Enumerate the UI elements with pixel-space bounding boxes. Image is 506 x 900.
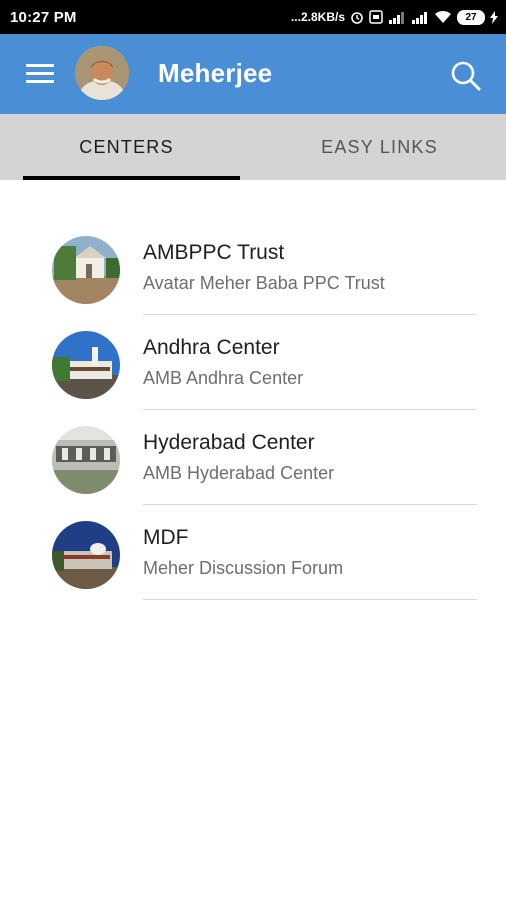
center-thumbnail — [52, 426, 120, 494]
app-title: Meherjee — [158, 58, 273, 88]
app-bar: Meherjee — [0, 34, 506, 114]
tab-easy-links[interactable]: EASY LINKS — [253, 114, 506, 180]
center-subtitle: Meher Discussion Forum — [143, 558, 344, 578]
center-title: AMBPPC Trust — [143, 241, 285, 264]
center-thumbnail — [52, 331, 120, 399]
vpn-icon — [369, 10, 383, 24]
charging-icon — [490, 10, 498, 24]
network-speed: ...2.8KB/s — [290, 10, 345, 24]
avatar[interactable] — [75, 46, 129, 100]
center-title: MDF — [143, 526, 189, 549]
status-icons: ...2.8KB/s 27 — [290, 9, 498, 25]
signal-2-icon — [411, 11, 429, 24]
menu-icon[interactable] — [26, 64, 54, 84]
status-time: 10:27 PM — [10, 8, 77, 26]
center-thumbnail — [52, 521, 120, 589]
center-subtitle: AMB Hyderabad Center — [143, 463, 335, 483]
centers-list: AMBPPC Trust Avatar Meher Baba PPC Trust… — [0, 220, 506, 600]
signal-icon — [388, 11, 406, 24]
search-icon[interactable] — [450, 60, 482, 92]
list-item[interactable]: AMBPPC Trust Avatar Meher Baba PPC Trust — [0, 220, 506, 315]
list-item[interactable]: Andhra Center AMB Andhra Center — [0, 315, 506, 410]
center-title: Hyderabad Center — [143, 431, 315, 454]
tab-bar: CENTERS EASY LINKS — [0, 114, 506, 180]
wifi-icon — [434, 10, 452, 24]
center-thumbnail — [52, 236, 120, 304]
divider — [143, 599, 477, 600]
tab-centers[interactable]: CENTERS — [0, 114, 253, 180]
status-bar: 10:27 PM ...2.8KB/s 27 — [0, 0, 506, 34]
center-title: Andhra Center — [143, 336, 280, 359]
center-subtitle: AMB Andhra Center — [143, 368, 304, 388]
alarm-icon — [350, 10, 364, 24]
list-item[interactable]: MDF Meher Discussion Forum — [0, 505, 506, 600]
list-item[interactable]: Hyderabad Center AMB Hyderabad Center — [0, 410, 506, 505]
battery-level: 27 — [465, 11, 477, 23]
tab-indicator — [23, 176, 240, 180]
center-subtitle: Avatar Meher Baba PPC Trust — [143, 273, 385, 293]
battery-icon: 27 — [457, 9, 485, 25]
